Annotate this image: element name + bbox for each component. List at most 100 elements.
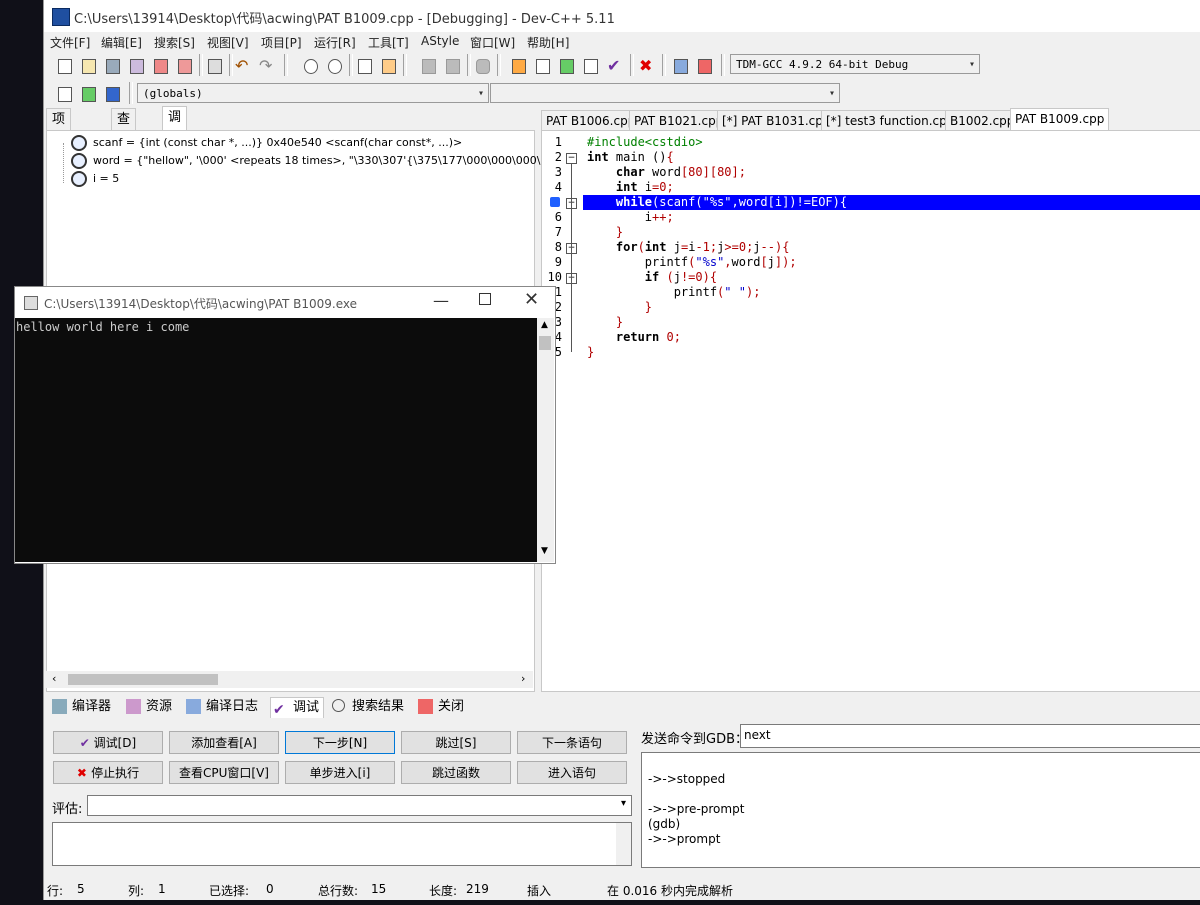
watch-item[interactable]: scanf = {int (const char *, ...)} 0x40e5… [71, 134, 462, 152]
indent-icon[interactable] [354, 55, 376, 77]
tab-compile-log[interactable]: 编译日志 [184, 697, 258, 717]
next-step-button[interactable]: 下一步[N] [285, 731, 395, 754]
menu-help[interactable]: 帮助[H] [527, 34, 569, 51]
scroll-right-icon[interactable]: › [521, 672, 525, 685]
watch-horizontal-scrollbar[interactable]: ‹ › [46, 671, 533, 688]
status-line-label: 行: [47, 884, 64, 898]
goto-line-icon[interactable] [378, 55, 400, 77]
save-all-icon[interactable] [126, 55, 148, 77]
scroll-left-icon[interactable]: ‹ [52, 672, 56, 685]
tab-file[interactable]: PAT B1006.cpp [541, 110, 641, 131]
tab-file-active[interactable]: PAT B1009.cpp [1010, 108, 1110, 131]
compiler-select[interactable]: TDM-GCC 4.9.2 64-bit Debug ▾ [730, 54, 980, 74]
menu-window[interactable]: 窗口[W] [470, 34, 515, 51]
compile-icon[interactable] [508, 55, 530, 77]
eval-output[interactable] [52, 822, 632, 866]
menu-file[interactable]: 文件[F] [50, 34, 90, 51]
into-statement-button[interactable]: 进入语句 [517, 761, 627, 784]
toggle-bookmark-icon[interactable] [78, 83, 100, 105]
menu-astyle[interactable]: AStyle [421, 34, 459, 48]
open-file-icon[interactable] [78, 55, 100, 77]
code-editor[interactable]: 1 2 3 4 6 7 8 9 10 1 2 3 4 5 − − − − #in… [541, 130, 1200, 692]
find-icon[interactable] [300, 55, 322, 77]
code-line: i++; [587, 210, 674, 224]
add-watch-button[interactable]: 添加查看[A] [169, 731, 279, 754]
maximize-icon[interactable] [479, 293, 491, 305]
watch-item[interactable]: i = 5 [71, 170, 119, 188]
debug-button[interactable]: ✔ 调试[D] [53, 731, 163, 754]
next-statement-button[interactable]: 下一条语句 [517, 731, 627, 754]
stop-debug-icon[interactable]: ✖ [638, 55, 660, 77]
run-icon[interactable] [532, 55, 554, 77]
tab-label: 编译日志 [206, 699, 259, 714]
close-file-icon[interactable] [150, 55, 172, 77]
tab-close[interactable]: 关闭 [416, 697, 464, 717]
rebuild-icon[interactable] [580, 55, 602, 77]
redo-icon[interactable]: ↷ [258, 55, 280, 77]
tab-search-results[interactable]: 搜索结果 [330, 697, 404, 717]
console-window[interactable]: C:\Users\13914\Desktop\代码\acwing\PAT B10… [14, 286, 556, 564]
eval-input[interactable]: ▾ [87, 795, 632, 816]
eval-output-scrollbar[interactable] [616, 823, 631, 865]
insert-icon[interactable] [54, 83, 76, 105]
scroll-thumb[interactable] [539, 336, 551, 350]
tab-file[interactable]: B1002.cpp [945, 110, 1020, 131]
new-file-icon[interactable] [54, 55, 76, 77]
menu-search[interactable]: 搜索[S] [154, 34, 195, 51]
console-title-bar[interactable]: C:\Users\13914\Desktop\代码\acwing\PAT B10… [15, 287, 555, 318]
scroll-down-icon[interactable]: ▼ [541, 546, 548, 556]
resources-icon [126, 699, 141, 714]
console-output-area[interactable]: hellow world here i come [15, 318, 537, 562]
watch-item-text: scanf = {int (const char *, ...)} 0x40e5… [93, 136, 463, 149]
close-all-icon[interactable] [174, 55, 196, 77]
cpu-window-button[interactable]: 查看CPU窗口[V] [169, 761, 279, 784]
tab-file[interactable]: PAT B1021.cpp [629, 110, 729, 131]
comment-icon[interactable] [472, 55, 494, 77]
replace-icon[interactable] [324, 55, 346, 77]
menu-edit[interactable]: 编辑[E] [101, 34, 142, 51]
member-select[interactable]: ▾ [490, 83, 840, 103]
menu-run[interactable]: 运行[R] [314, 34, 356, 51]
tab-resources[interactable]: 资源 [124, 697, 172, 717]
tab-compiler[interactable]: 编译器 [50, 697, 111, 717]
save-icon[interactable] [102, 55, 124, 77]
code-line: printf(" "); [587, 285, 761, 299]
back-icon[interactable] [418, 55, 440, 77]
skip-function-button[interactable]: 跳过函数 [401, 761, 511, 784]
gdb-command-input[interactable]: next [740, 724, 1200, 748]
line-number: 4 [554, 180, 562, 194]
scroll-thumb[interactable] [68, 674, 218, 685]
profile-icon[interactable] [670, 55, 692, 77]
tab-class-view[interactable]: 查看类 [111, 108, 137, 169]
stop-execution-button[interactable]: ✖ 停止执行 [53, 761, 163, 784]
watch-magnifier-icon [71, 171, 87, 187]
menu-tools[interactable]: 工具[T] [368, 34, 409, 51]
step-into-button[interactable]: 单步进入[i] [285, 761, 395, 784]
delete-profile-icon[interactable] [694, 55, 716, 77]
code-line-current: while(scanf("%s",word[i])!=EOF){ [615, 195, 848, 209]
tab-file[interactable]: [*] test3 function.cpp [821, 110, 960, 131]
menu-view[interactable]: 视图[V] [207, 34, 249, 51]
compile-run-icon[interactable] [556, 55, 578, 77]
skip-button[interactable]: 跳过[S] [401, 731, 511, 754]
print-icon[interactable] [204, 55, 226, 77]
console-scrollbar[interactable]: ▲ ▼ [537, 318, 554, 562]
undo-icon[interactable]: ↶ [234, 55, 256, 77]
fold-toggle-icon[interactable]: − [566, 153, 577, 164]
tab-project[interactable]: 项目管理 [46, 108, 72, 190]
tab-file[interactable]: [*] PAT B1031.cpp [717, 110, 836, 131]
scope-select[interactable]: (globals) ▾ [137, 83, 489, 103]
debug-check-icon[interactable]: ✔ [606, 55, 628, 77]
tab-debug[interactable]: 调试 [162, 106, 188, 146]
watch-item[interactable]: word = {"hellow", '\000' <repeats 18 tim… [71, 152, 572, 170]
forward-icon[interactable] [442, 55, 464, 77]
gdb-output: ->->stopped ->->pre-prompt (gdb) ->->pro… [641, 752, 1200, 868]
tab-debug-bottom[interactable]: ✔ 调试 [270, 697, 325, 718]
code-line: for(int j=i-1;j>=0;j--){ [615, 240, 790, 254]
close-icon[interactable]: ✕ [524, 289, 539, 310]
menu-project[interactable]: 项目[P] [261, 34, 302, 51]
chevron-down-icon[interactable]: ▾ [621, 798, 626, 809]
goto-bookmark-icon[interactable] [102, 83, 124, 105]
minimize-icon[interactable]: — [433, 291, 449, 310]
scroll-up-icon[interactable]: ▲ [541, 320, 548, 330]
